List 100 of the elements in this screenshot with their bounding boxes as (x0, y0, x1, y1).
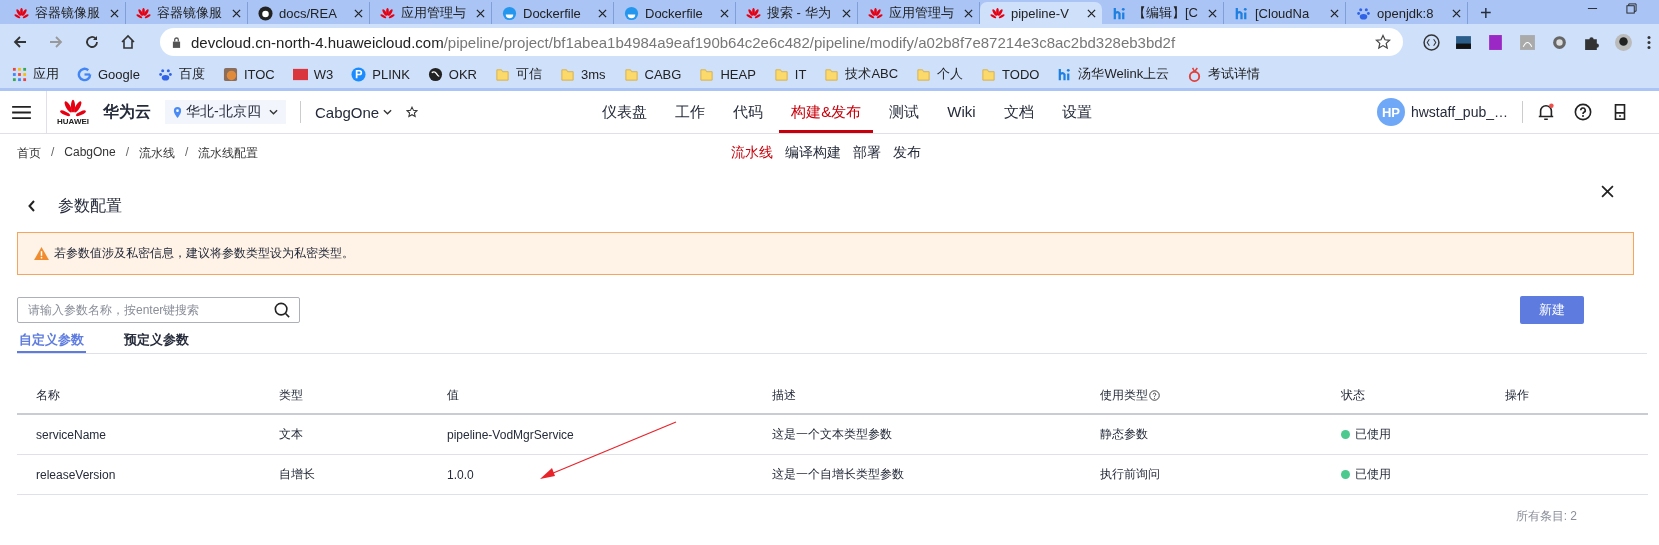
sub-nav-tab[interactable]: 编译构建 (785, 144, 841, 162)
status-text: 已使用 (1355, 466, 1391, 483)
folder-icon (623, 66, 639, 82)
column-header: 状态 (1341, 386, 1365, 404)
kebab-menu-icon[interactable] (1647, 33, 1651, 51)
close-icon[interactable] (1452, 8, 1461, 18)
nav-tab[interactable]: 构建&发布 (779, 91, 874, 133)
bookmark-item[interactable]: 考试详情 (1187, 65, 1261, 83)
breadcrumb-item[interactable]: 流水线 (139, 144, 176, 162)
search-field[interactable]: 请输入参数名称，按enter键搜索 (17, 297, 300, 323)
breadcrumb-item[interactable]: 首页 (17, 144, 41, 162)
folder-icon (495, 66, 510, 82)
new-button[interactable]: 新建 (1520, 296, 1584, 324)
search-icon[interactable] (274, 302, 290, 318)
close-icon[interactable] (476, 8, 485, 18)
folder-icon (560, 66, 575, 82)
bookmark-item[interactable]: 技术ABC (824, 65, 899, 83)
nav-tab[interactable]: 设置 (1049, 91, 1104, 133)
bookmark-item[interactable]: 3ms (560, 66, 606, 82)
bookmark-item[interactable]: 应用 (12, 65, 59, 83)
whale-logo-icon (502, 5, 517, 21)
bookmark-item[interactable]: 百度 (157, 65, 205, 83)
url-text: devcloud.cn-north-4.huaweicloud.com/pipeline/project/bf1abea1b4984a9eaf190b64c2e6c482/pipeline/modify/a02b8f7e87214e3c8ac2bd328eb3bd2f (191, 33, 1177, 51)
close-icon[interactable] (598, 8, 607, 18)
project-select[interactable]: CabgOne (315, 103, 393, 121)
close-icon[interactable] (232, 8, 241, 18)
address-bar[interactable]: devcloud.cn-north-4.huaweicloud.com/pipeline/project/bf1abea1b4984a9eaf190b64c2e6c482/pipeline/modify/a02b8f7e87214e3c8ac2bd328eb3bd2f (160, 28, 1403, 56)
whale-logo-icon (624, 5, 639, 21)
column-header: 值 (447, 386, 459, 404)
total-count: 所有条目: 2 (1515, 509, 1577, 523)
breadcrumb-separator: / (185, 144, 189, 161)
bookmark-item[interactable]: IT (773, 66, 807, 82)
close-icon[interactable] (354, 8, 363, 18)
nav-tab[interactable]: 测试 (877, 91, 932, 133)
close-icon[interactable] (964, 8, 973, 18)
nav-tab[interactable]: 文档 (991, 91, 1046, 133)
folder-icon (699, 66, 715, 82)
bookmark-item[interactable]: CABG (623, 66, 682, 82)
page-title: 参数配置 (58, 195, 122, 216)
back-chevron-icon[interactable] (28, 200, 36, 212)
flower-logo-icon (990, 5, 1005, 21)
browser-tab[interactable]: pipeline-V (980, 2, 1102, 24)
bookmark-item[interactable]: W3 (292, 66, 334, 82)
region-select[interactable]: 华北-北京四 (165, 100, 286, 124)
breadcrumb-separator: / (125, 144, 130, 161)
close-icon[interactable] (1601, 185, 1614, 198)
reload-icon[interactable] (84, 34, 100, 50)
circle-icon[interactable] (1551, 33, 1568, 51)
table-cell: 1.0.0 (447, 467, 474, 482)
flower-logo-icon (868, 5, 883, 21)
home-icon[interactable] (120, 34, 136, 50)
new-tab-button[interactable]: + (1468, 2, 1504, 24)
sub-nav-tab[interactable]: 发布 (893, 144, 921, 162)
bookmark-item[interactable]: HEAP (699, 66, 756, 82)
paw-logo-icon (1356, 5, 1371, 21)
back-arrow-icon[interactable] (12, 34, 28, 50)
close-icon[interactable] (842, 8, 851, 18)
warning-icon (34, 247, 49, 260)
bookmark-item[interactable]: 个人 (916, 65, 964, 83)
bookmark-item[interactable]: ITOC (222, 66, 275, 82)
column-header: 操作 (1505, 386, 1529, 404)
brand-name: 华为云 (103, 101, 151, 122)
profile-icon[interactable] (1615, 33, 1632, 51)
close-icon[interactable] (1208, 8, 1217, 18)
bell-icon[interactable] (1537, 103, 1555, 121)
nav-tab[interactable]: 工作 (663, 91, 718, 133)
nav-tab[interactable]: 代码 (721, 91, 776, 133)
table-cell: 这是一个自增长类型参数 (772, 466, 904, 483)
code-circle-icon[interactable] (1423, 33, 1440, 51)
bookmark-item[interactable]: OKR (427, 66, 477, 82)
flower-logo-icon (136, 5, 151, 21)
close-icon[interactable] (720, 8, 729, 18)
tab[interactable]: 预定义参数 (122, 328, 191, 353)
bookmark-item[interactable]: 汤华Welink上云 (1057, 65, 1170, 83)
bookmark-item[interactable]: Google (77, 66, 140, 82)
star-icon[interactable] (1375, 34, 1391, 50)
tab[interactable]: 自定义参数 (17, 328, 86, 353)
restore-icon[interactable] (1626, 2, 1637, 14)
brand-logo[interactable]: HUAWEI (46, 91, 97, 133)
breadcrumb-item[interactable]: CabgOne (64, 144, 116, 162)
nav-tab[interactable]: 仪表盘 (590, 91, 660, 133)
help-icon[interactable] (1574, 103, 1592, 121)
hi-logo-icon (1057, 66, 1073, 82)
nav-tab[interactable]: Wiki (935, 91, 988, 133)
apple-logo-icon (1187, 66, 1203, 82)
star-icon[interactable] (406, 106, 419, 118)
bookmark-item[interactable]: 可信 (495, 65, 542, 83)
sub-nav-tab[interactable]: 流水线 (731, 144, 773, 162)
bookmark-item[interactable]: PLINK (351, 66, 410, 82)
menu-icon[interactable] (12, 104, 31, 120)
sub-nav-tab[interactable]: 部署 (853, 144, 881, 162)
close-icon[interactable] (1330, 8, 1339, 18)
caret-icon (383, 109, 393, 115)
extension-icon[interactable] (1455, 33, 1472, 51)
close-icon[interactable] (110, 8, 119, 18)
close-icon[interactable] (1087, 8, 1096, 18)
bookmark-item[interactable]: TODO (981, 66, 1040, 82)
username[interactable]: hwstaff_pub_… (1410, 104, 1508, 120)
flower-logo-icon (746, 5, 761, 21)
table-cell: 自增长 (279, 466, 315, 483)
